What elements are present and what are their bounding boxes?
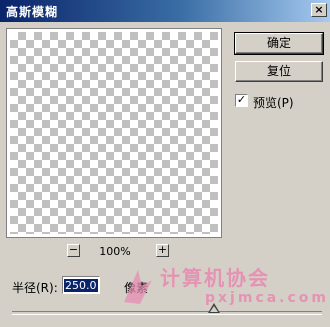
radius-slider-track[interactable]: [12, 311, 322, 315]
zoom-level: 100%: [99, 245, 131, 258]
window-title: 高斯模糊: [6, 5, 59, 19]
watermark-title: 计算机协会: [160, 266, 270, 290]
watermark-url: pxjmca.com: [205, 290, 330, 306]
watermark-logo-icon: [124, 270, 152, 304]
radius-input[interactable]: 250.0: [62, 276, 100, 294]
radius-label: 半径(R):: [12, 281, 58, 295]
reset-button[interactable]: 复位: [235, 61, 323, 82]
preview-label[interactable]: 预览(P): [253, 94, 294, 111]
ok-button[interactable]: 确定: [234, 32, 324, 55]
radius-value: 250.0: [64, 279, 98, 292]
radius-slider-thumb-face: [210, 306, 218, 312]
preview-canvas[interactable]: [10, 32, 218, 234]
zoom-out-button[interactable]: −: [67, 244, 80, 257]
title-bar: 高斯模糊 ×: [0, 0, 330, 22]
preview-frame: [6, 28, 222, 238]
zoom-in-button[interactable]: +: [156, 244, 169, 257]
preview-checkbox[interactable]: ✓: [235, 94, 248, 107]
close-button[interactable]: ×: [311, 3, 327, 17]
